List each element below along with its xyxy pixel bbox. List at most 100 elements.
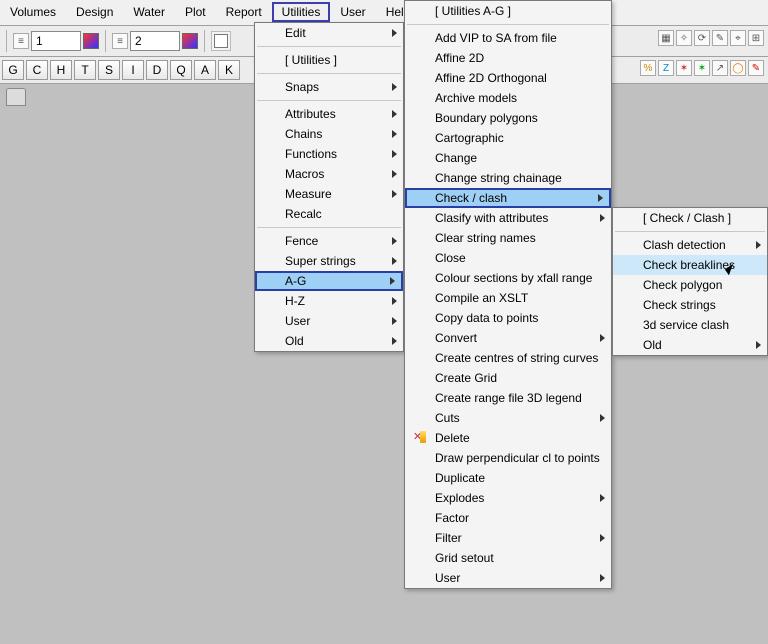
key-g[interactable]: G <box>2 60 24 80</box>
menu-item[interactable]: Grid setout <box>405 548 611 568</box>
menu-item[interactable]: Chains <box>255 124 403 144</box>
tool-icon[interactable]: ✶ <box>676 60 692 76</box>
menu-item[interactable]: Filter <box>405 528 611 548</box>
key-k[interactable]: K <box>218 60 240 80</box>
toolbar-input-2[interactable] <box>130 31 180 51</box>
menu-water[interactable]: Water <box>123 2 175 22</box>
menu-item-label: Convert <box>435 331 477 345</box>
tool-icon[interactable]: % <box>640 60 656 76</box>
menu-item[interactable]: Create Grid <box>405 368 611 388</box>
menu-item[interactable]: Recalc <box>255 204 403 224</box>
layer-icon[interactable]: ≡ <box>13 33 29 49</box>
color-swatch-1[interactable] <box>83 33 99 49</box>
menu-item[interactable]: Functions <box>255 144 403 164</box>
menu-item[interactable]: Measure <box>255 184 403 204</box>
menu-utilities[interactable]: Utilities <box>272 2 331 22</box>
menu-item[interactable]: Cuts <box>405 408 611 428</box>
tool-icon[interactable]: ▦ <box>658 30 674 46</box>
menu-item[interactable]: Old <box>255 331 403 351</box>
menu-plot[interactable]: Plot <box>175 2 216 22</box>
tool-icon[interactable]: ⊞ <box>748 30 764 46</box>
menu-item[interactable]: Create range file 3D legend <box>405 388 611 408</box>
tool-icon[interactable]: ✶ <box>694 60 710 76</box>
menu-item-label: Create centres of string curves <box>435 351 598 365</box>
toolbar-input-1[interactable] <box>31 31 81 51</box>
menu-item[interactable]: Change string chainage <box>405 168 611 188</box>
utilities-menu: Edit [ Utilities ] Snaps AttributesChainsFu… <box>254 22 404 352</box>
menu-item[interactable]: Boundary polygons <box>405 108 611 128</box>
menu-item[interactable]: Create centres of string curves <box>405 348 611 368</box>
menu-item[interactable]: Draw perpendicular cl to points <box>405 448 611 468</box>
menu-item-label: Check strings <box>643 298 716 312</box>
menu-item[interactable]: Compile an XSLT <box>405 288 611 308</box>
cursor-icon <box>726 266 738 282</box>
key-d[interactable]: D <box>146 60 168 80</box>
key-c[interactable]: C <box>26 60 48 80</box>
menu-item[interactable]: Check breaklines <box>613 255 767 275</box>
menu-item[interactable]: Duplicate <box>405 468 611 488</box>
menu-item[interactable]: Edit <box>255 23 403 43</box>
menu-item[interactable]: Cartographic <box>405 128 611 148</box>
menu-item[interactable]: Check / clash <box>405 188 611 208</box>
menu-item-label: Change <box>435 151 477 165</box>
tool-icon[interactable]: ⟳ <box>694 30 710 46</box>
tool-icon[interactable]: ↗ <box>712 60 728 76</box>
menu-item[interactable]: [ Utilities A-G ] <box>405 1 611 21</box>
menu-item[interactable]: Affine 2D <box>405 48 611 68</box>
menu-item[interactable]: H-Z <box>255 291 403 311</box>
toolbar-btn[interactable] <box>211 31 231 51</box>
menu-item[interactable]: User <box>255 311 403 331</box>
layer-icon-2[interactable]: ≡ <box>112 33 128 49</box>
tool-icon[interactable]: ◯ <box>730 60 746 76</box>
menu-item-label: A-G <box>285 274 306 288</box>
menu-user[interactable]: User <box>330 2 375 22</box>
menu-item[interactable]: Archive models <box>405 88 611 108</box>
menu-item[interactable]: Close <box>405 248 611 268</box>
tool-icon[interactable]: ⌖ <box>730 30 746 46</box>
tool-icon[interactable]: ✎ <box>748 60 764 76</box>
menu-item[interactable]: Factor <box>405 508 611 528</box>
menu-item[interactable]: Clear string names <box>405 228 611 248</box>
menu-item[interactable]: User <box>405 568 611 588</box>
menu-item[interactable]: Change <box>405 148 611 168</box>
menu-item[interactable]: Delete <box>405 428 611 448</box>
menu-item[interactable]: 3d service clash <box>613 315 767 335</box>
tool-icon[interactable]: ✧ <box>676 30 692 46</box>
menu-item-label: Clasify with attributes <box>435 211 548 225</box>
menu-item[interactable]: Convert <box>405 328 611 348</box>
menu-item[interactable]: Affine 2D Orthogonal <box>405 68 611 88</box>
key-a[interactable]: A <box>194 60 216 80</box>
menu-item[interactable]: Clash detection <box>613 235 767 255</box>
menu-item[interactable]: Clasify with attributes <box>405 208 611 228</box>
menu-volumes[interactable]: Volumes <box>0 2 66 22</box>
menu-item[interactable]: Attributes <box>255 104 403 124</box>
color-swatch-2[interactable] <box>182 33 198 49</box>
menu-item[interactable]: Explodes <box>405 488 611 508</box>
menu-item[interactable]: Macros <box>255 164 403 184</box>
menu-item[interactable]: A-G <box>255 271 403 291</box>
menu-item[interactable]: Check strings <box>613 295 767 315</box>
tool-icon[interactable]: ✎ <box>712 30 728 46</box>
key-s[interactable]: S <box>98 60 120 80</box>
key-t[interactable]: T <box>74 60 96 80</box>
menu-item[interactable]: Colour sections by xfall range <box>405 268 611 288</box>
key-i[interactable]: I <box>122 60 144 80</box>
menu-item[interactable]: Copy data to points <box>405 308 611 328</box>
menu-item[interactable]: Snaps <box>255 77 403 97</box>
menu-design[interactable]: Design <box>66 2 123 22</box>
view-tab[interactable] <box>6 88 26 106</box>
menu-item[interactable]: [ Utilities ] <box>255 50 403 70</box>
key-q[interactable]: Q <box>170 60 192 80</box>
menu-item[interactable]: Check polygon <box>613 275 767 295</box>
menu-item[interactable]: Fence <box>255 231 403 251</box>
menu-report[interactable]: Report <box>216 2 272 22</box>
menu-item[interactable]: [ Check / Clash ] <box>613 208 767 228</box>
menu-item-label: Edit <box>285 26 306 40</box>
key-h[interactable]: H <box>50 60 72 80</box>
tool-icon[interactable]: Z <box>658 60 674 76</box>
menu-separator <box>257 227 401 228</box>
menu-item[interactable]: Super strings <box>255 251 403 271</box>
menu-item-label: Recalc <box>285 207 322 221</box>
menu-item[interactable]: Add VIP to SA from file <box>405 28 611 48</box>
menu-item[interactable]: Old <box>613 335 767 355</box>
